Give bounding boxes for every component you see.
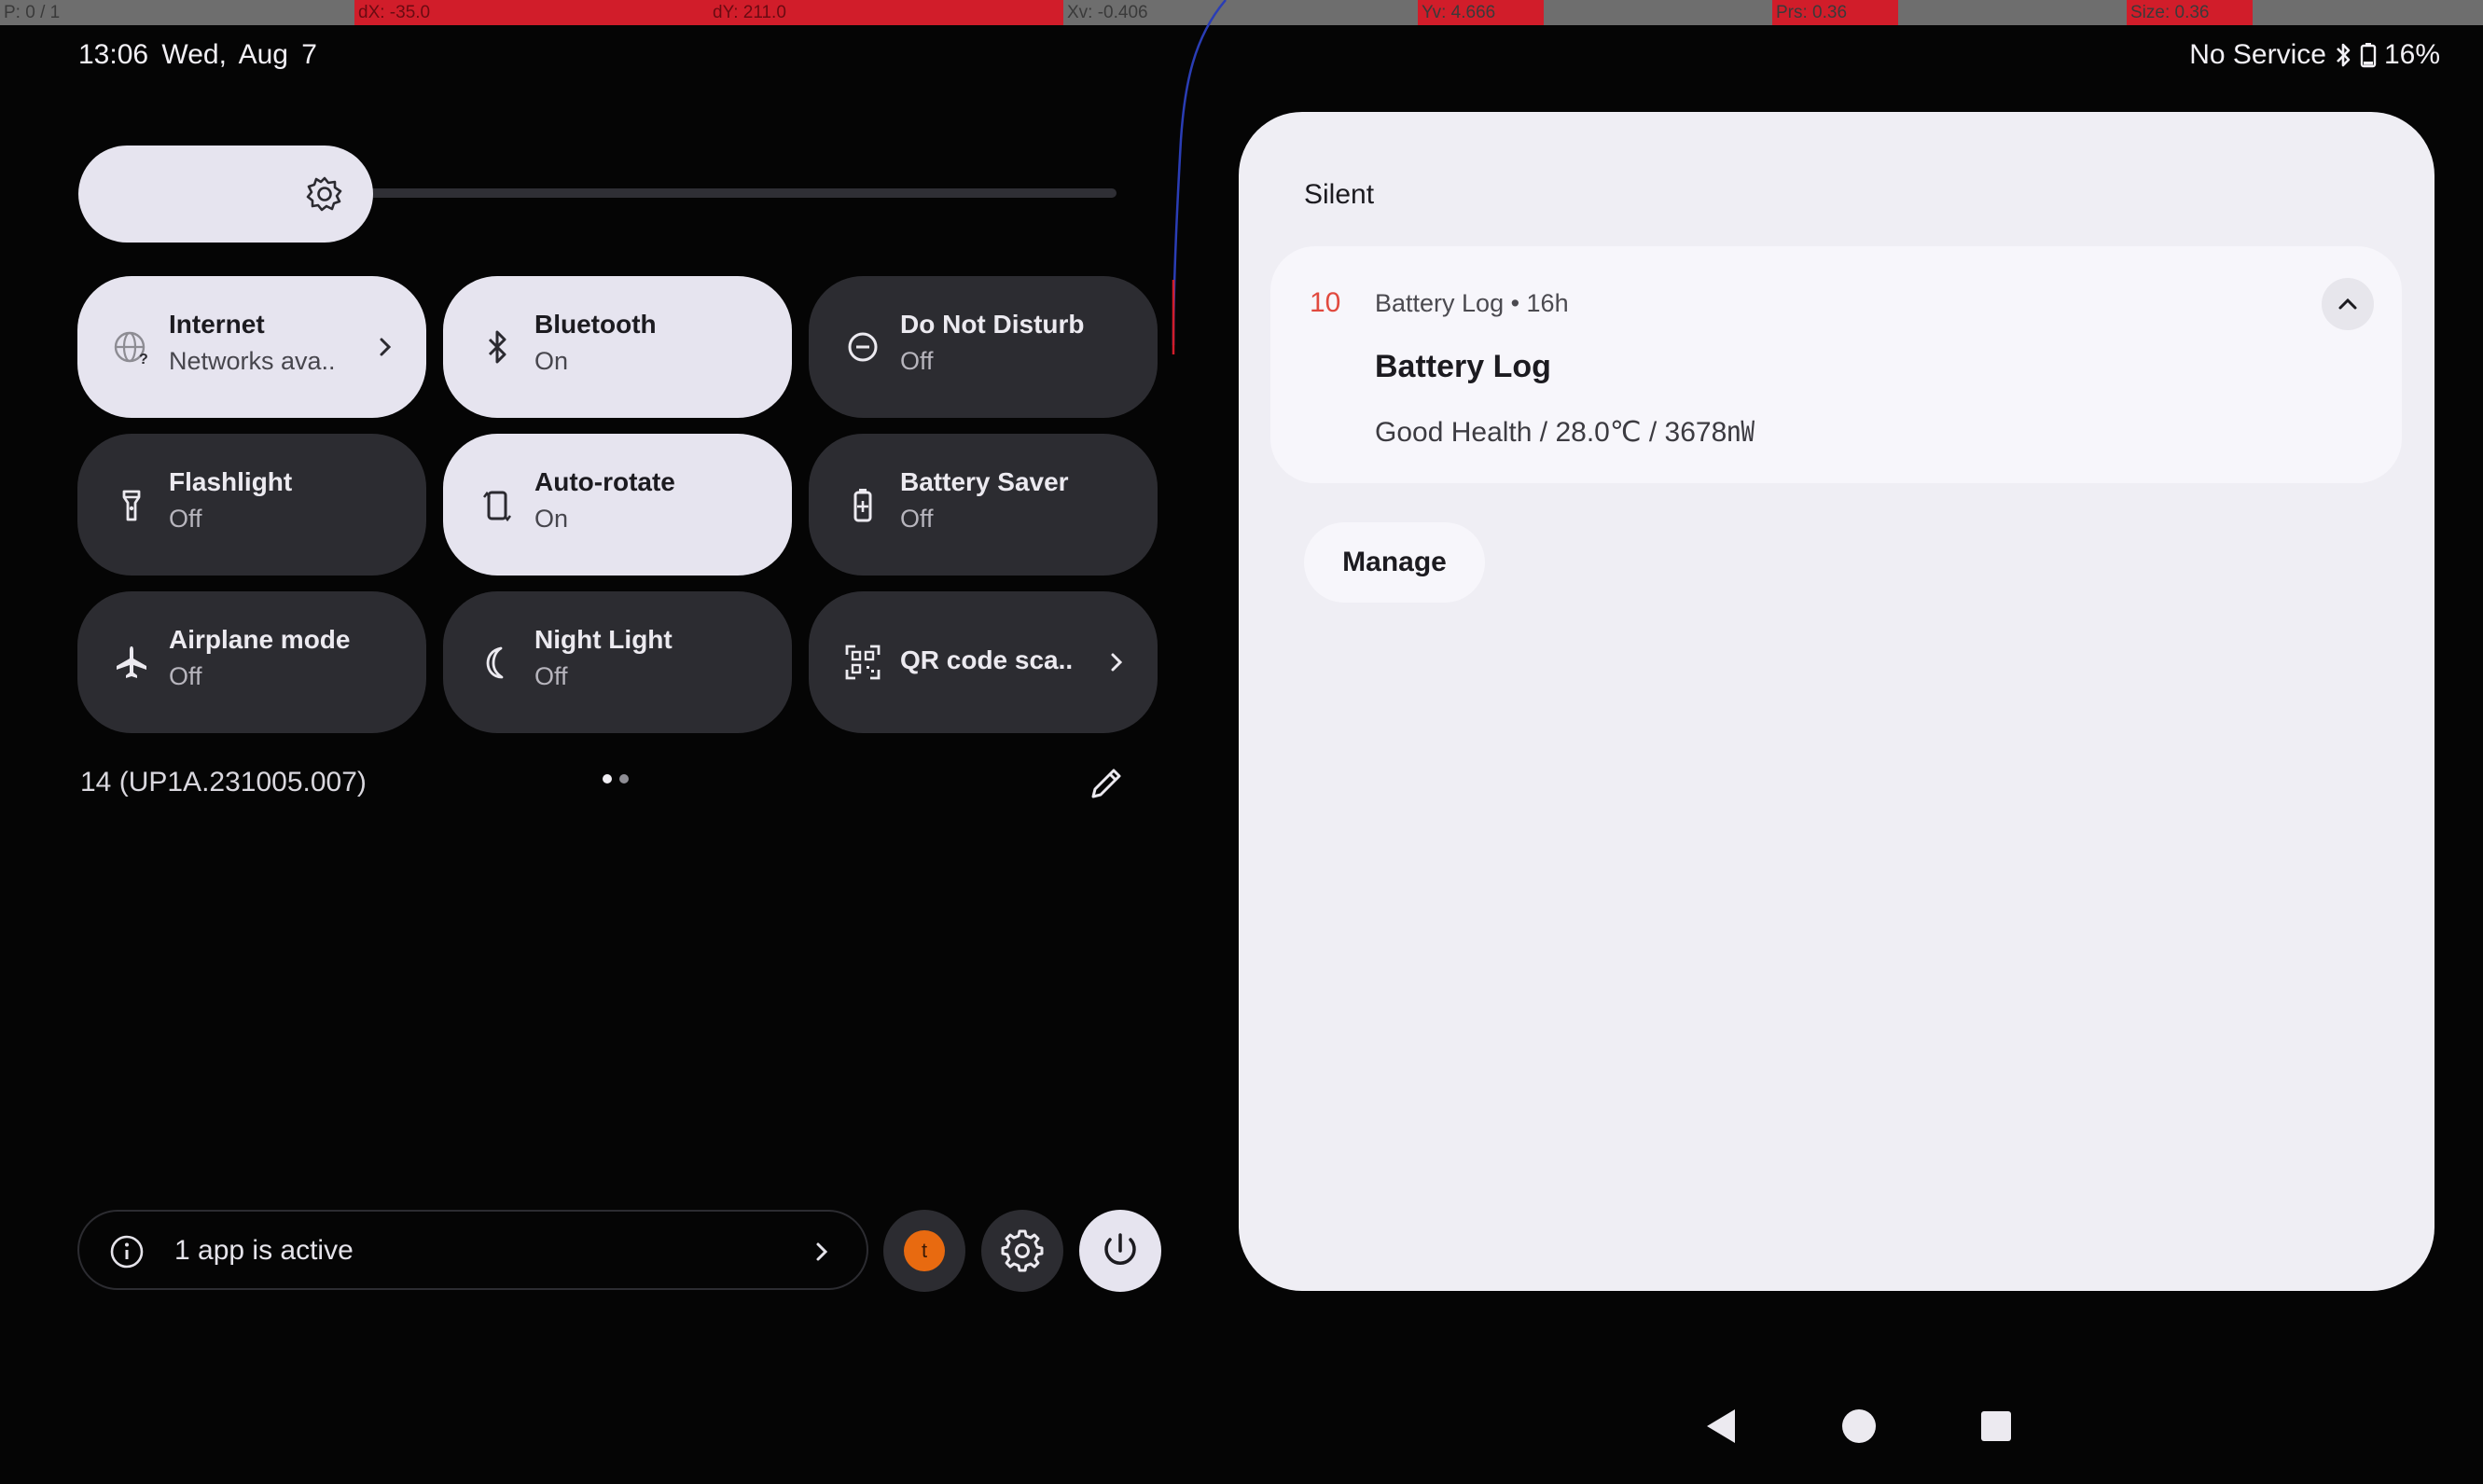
tile-label: Flashlight bbox=[169, 467, 293, 496]
status-icons: No Service 16% bbox=[2189, 39, 2440, 71]
internet-icon: ? bbox=[114, 331, 148, 366]
build-number[interactable]: 14 (UP1A.231005.007) bbox=[80, 767, 367, 798]
brightness-icon bbox=[306, 176, 342, 212]
tile-bluetooth[interactable]: Bluetooth On bbox=[443, 276, 792, 418]
chevron-right-icon bbox=[816, 1242, 828, 1261]
tile-internet[interactable]: ? Internet Networks ava.. bbox=[77, 276, 426, 418]
user-switcher-button[interactable]: t bbox=[883, 1210, 965, 1292]
tile-label: Internet bbox=[169, 310, 265, 339]
status-date: Wed, Aug 7 bbox=[161, 39, 317, 70]
active-apps-button[interactable]: 1 app is active bbox=[77, 1210, 868, 1290]
tile-label: Bluetooth bbox=[534, 310, 657, 339]
rotate-icon bbox=[483, 491, 511, 522]
battery-percent: 16% bbox=[2383, 39, 2440, 70]
brightness-slider[interactable] bbox=[78, 146, 373, 243]
avatar: t bbox=[904, 1230, 945, 1271]
pointer-count: P: 0 / 1 bbox=[4, 3, 61, 22]
bluetooth-icon bbox=[488, 330, 506, 364]
power-icon bbox=[1104, 1233, 1136, 1265]
pointer-location-bar: P: 0 / 1 dX: -35.0 dY: 211.0 Xv: -0.406 … bbox=[0, 0, 2483, 25]
tile-flashlight[interactable]: Flashlight Off bbox=[77, 434, 426, 576]
tile-airplane-mode[interactable]: Airplane mode Off bbox=[77, 591, 426, 733]
manage-notifications-button[interactable]: Manage bbox=[1304, 522, 1485, 603]
bluetooth-icon bbox=[2337, 43, 2351, 67]
svg-text:?: ? bbox=[139, 352, 148, 366]
tile-state: Off bbox=[534, 662, 568, 690]
notification-app-meta: Battery Log • 16h bbox=[1375, 289, 1569, 317]
app-icon-badge: 10 bbox=[1310, 287, 1341, 318]
tile-state: On bbox=[534, 505, 569, 533]
status-clock: 13:06 Wed, Aug 7 bbox=[78, 39, 317, 71]
chevron-right-icon bbox=[1111, 653, 1123, 672]
tile-do-not-disturb[interactable]: Do Not Disturb Off bbox=[809, 276, 1158, 418]
settings-button[interactable] bbox=[981, 1210, 1063, 1292]
battery-saver-icon bbox=[853, 489, 872, 522]
tile-label: QR code sca.. bbox=[900, 645, 1074, 674]
delta-x: dX: -35.0 bbox=[354, 0, 709, 25]
notification-shade: Silent 10 Battery Log • 16h Battery Log … bbox=[1239, 112, 2434, 1291]
notification-body: Good Health / 28.0℃ / 3678㎻ bbox=[1375, 417, 1755, 448]
airplane-icon bbox=[117, 646, 146, 678]
network-status: No Service bbox=[2189, 39, 2326, 70]
edit-tiles-button[interactable] bbox=[1086, 763, 1127, 804]
info-icon bbox=[110, 1235, 144, 1269]
tile-auto-rotate[interactable]: Auto-rotate On bbox=[443, 434, 792, 576]
page-dot bbox=[619, 774, 629, 784]
section-header-silent: Silent bbox=[1304, 179, 1375, 210]
power-button[interactable] bbox=[1079, 1210, 1161, 1292]
night-light-icon bbox=[486, 646, 504, 679]
touch-size: Size: 0.36 bbox=[2127, 0, 2481, 25]
page-dot-active bbox=[603, 774, 612, 784]
collapse-notification-button[interactable] bbox=[2322, 278, 2374, 330]
tile-state: Off bbox=[169, 505, 202, 533]
tile-night-light[interactable]: Night Light Off bbox=[443, 591, 792, 733]
tile-label: Night Light bbox=[534, 625, 673, 654]
gear-icon bbox=[1001, 1229, 1044, 1272]
page-indicator bbox=[603, 774, 629, 784]
tile-label: Battery Saver bbox=[900, 467, 1069, 496]
back-icon[interactable] bbox=[1703, 1406, 1741, 1447]
battery-icon bbox=[2360, 43, 2377, 68]
recents-icon[interactable] bbox=[1979, 1406, 2013, 1447]
delta-y: dY: 211.0 bbox=[709, 0, 1063, 25]
notification-card[interactable]: 10 Battery Log • 16h Battery Log Good He… bbox=[1270, 246, 2402, 483]
notification-title: Battery Log bbox=[1375, 349, 1551, 384]
dnd-icon bbox=[848, 332, 878, 362]
flashlight-icon bbox=[122, 490, 141, 521]
velocity-x: Xv: -0.406 bbox=[1067, 3, 1148, 22]
qr-code-icon bbox=[845, 645, 881, 680]
pressure: Prs: 0.36 bbox=[1772, 0, 2127, 25]
home-icon[interactable] bbox=[1840, 1406, 1878, 1447]
chevron-up-icon bbox=[2338, 298, 2357, 310]
tile-state: Networks ava.. bbox=[169, 347, 336, 375]
pointer-trace bbox=[1172, 0, 1227, 354]
chevron-right-icon bbox=[380, 338, 392, 356]
tile-state: Off bbox=[900, 505, 934, 533]
active-apps-label: 1 app is active bbox=[174, 1235, 354, 1266]
velocity-y: Yv: 4.666 bbox=[1418, 0, 1772, 25]
tile-state: On bbox=[534, 347, 569, 375]
tile-battery-saver[interactable]: Battery Saver Off bbox=[809, 434, 1158, 576]
tile-state: Off bbox=[900, 347, 934, 375]
tile-label: Auto-rotate bbox=[534, 467, 675, 496]
tile-state: Off bbox=[169, 662, 202, 690]
tile-label: Airplane mode bbox=[169, 625, 351, 654]
tile-label: Do Not Disturb bbox=[900, 310, 1085, 339]
status-time: 13:06 bbox=[78, 39, 149, 70]
tile-qr-code-scanner[interactable]: QR code sca.. bbox=[809, 591, 1158, 733]
